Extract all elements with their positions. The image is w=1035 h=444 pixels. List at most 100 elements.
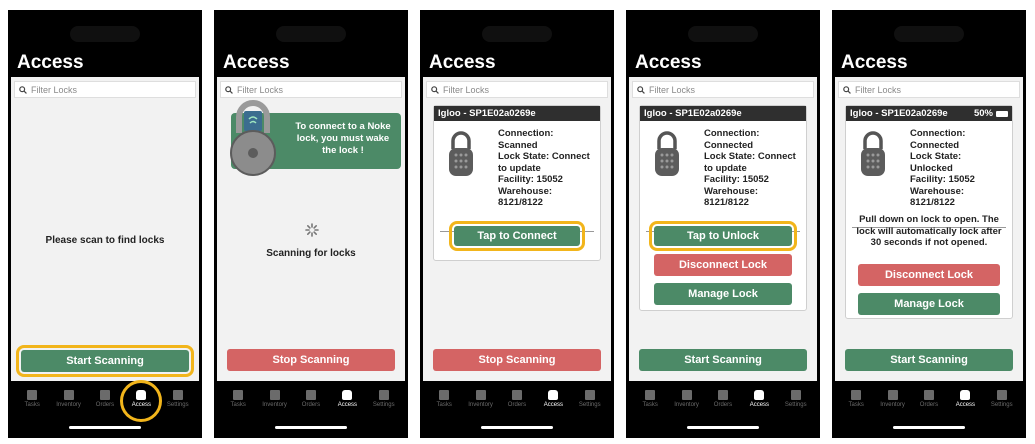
tab-settings[interactable]: Settings (162, 390, 194, 408)
gear-icon (584, 390, 595, 400)
lock-icon (960, 390, 971, 400)
lock-icon (548, 390, 559, 400)
start-scanning-button[interactable]: Start Scanning (845, 349, 1013, 371)
lock-name: Igloo - SP1E02a0269e (644, 108, 742, 119)
page-title: Access (429, 52, 496, 73)
start-scanning-button[interactable]: Start Scanning (16, 345, 194, 377)
lock-card-body: Connection: Connected Lock State: Unlock… (846, 121, 1012, 228)
tab-highlight-ring (120, 380, 163, 422)
tab-tasks[interactable]: Tasks (428, 390, 460, 408)
lock-details: Connection: Scanned Lock State: Connect … (498, 128, 590, 208)
manage-lock-button[interactable]: Manage Lock (858, 293, 1000, 315)
orders-icon (923, 390, 934, 400)
home-indicator (893, 426, 965, 429)
tab-access[interactable]: Access (949, 390, 981, 408)
tasks-icon (645, 390, 656, 400)
tab-orders[interactable]: Orders (707, 390, 739, 408)
tab-tasks[interactable]: Tasks (16, 390, 48, 408)
phone-screen-3: Access Filter Locks Igloo - SP1E02a0269e… (420, 10, 614, 438)
search-placeholder: Filter Locks (855, 84, 902, 95)
search-placeholder: Filter Locks (443, 84, 490, 95)
tab-bar: Tasks Inventory Orders Access Settings (214, 381, 408, 408)
phone-screen-5: Access Filter Locks Igloo - SP1E02a0269e… (832, 10, 1026, 438)
phone-screen-1: Access Filter Locks Please scan to find … (8, 10, 202, 438)
lock-card-body: Connection: Connected Lock State: Connec… (640, 121, 806, 232)
padlock-icon (861, 131, 885, 176)
tab-inventory[interactable]: Inventory (671, 390, 703, 408)
unlock-instructions: Pull down on lock to open. The lock will… (856, 214, 1002, 248)
start-scanning-button[interactable]: Start Scanning (639, 349, 807, 371)
inventory-icon (63, 390, 74, 400)
home-indicator (69, 426, 141, 429)
tab-access[interactable]: Access (331, 390, 363, 408)
gear-icon (790, 390, 801, 400)
tab-orders[interactable]: Orders (89, 390, 121, 408)
tab-inventory[interactable]: Inventory (877, 390, 909, 408)
tab-orders[interactable]: Orders (501, 390, 533, 408)
lock-card: Igloo - SP1E02a0269e 50% Connection: Con… (845, 105, 1013, 319)
tab-settings[interactable]: Settings (368, 390, 400, 408)
status-bar (276, 26, 346, 42)
page-title: Access (17, 52, 84, 73)
tab-tasks[interactable]: Tasks (222, 390, 254, 408)
search-icon (637, 85, 645, 94)
search-input[interactable]: Filter Locks (14, 81, 196, 98)
tab-tasks[interactable]: Tasks (840, 390, 872, 408)
search-input[interactable]: Filter Locks (632, 81, 814, 98)
noke-padlock-icon (230, 100, 276, 176)
tab-settings[interactable]: Settings (986, 390, 1018, 408)
lock-card-header: Igloo - SP1E02a0269e (434, 106, 600, 121)
tasks-icon (439, 390, 450, 400)
manage-lock-button[interactable]: Manage Lock (654, 283, 792, 305)
phone-screen-4: Access Filter Locks Igloo - SP1E02a0269e… (626, 10, 820, 438)
tab-inventory[interactable]: Inventory (465, 390, 497, 408)
disconnect-lock-button[interactable]: Disconnect Lock (654, 254, 792, 276)
tab-orders[interactable]: Orders (295, 390, 327, 408)
lock-icon (754, 390, 765, 400)
tab-settings[interactable]: Settings (780, 390, 812, 408)
tab-inventory[interactable]: Inventory (259, 390, 291, 408)
search-placeholder: Filter Locks (649, 84, 696, 95)
search-input[interactable]: Filter Locks (220, 81, 402, 98)
lock-icon (342, 390, 353, 400)
tab-access[interactable]: Access (743, 390, 775, 408)
lock-card: Igloo - SP1E02a0269e Connection: Connect… (639, 105, 807, 311)
padlock-icon (655, 131, 679, 176)
tab-inventory[interactable]: Inventory (53, 390, 85, 408)
home-indicator (687, 426, 759, 429)
tab-bar: Tasks Inventory Orders Access Settings (8, 380, 202, 422)
search-placeholder: Filter Locks (237, 84, 284, 95)
search-input[interactable]: Filter Locks (838, 81, 1020, 98)
page-title: Access (841, 52, 908, 73)
lock-card: Igloo - SP1E02a0269e Connection: Scanned… (433, 105, 601, 261)
search-input[interactable]: Filter Locks (426, 81, 608, 98)
orders-icon (511, 390, 522, 400)
tab-bar: Tasks Inventory Orders Access Settings (626, 381, 820, 408)
page-title: Access (223, 52, 290, 73)
status-bar (482, 26, 552, 42)
loading-spinner-icon (305, 223, 319, 237)
search-icon (19, 85, 27, 94)
tab-access[interactable]: Access (120, 380, 163, 422)
status-bar (70, 26, 140, 42)
inventory-icon (681, 390, 692, 400)
disconnect-lock-button[interactable]: Disconnect Lock (858, 264, 1000, 286)
orders-icon (305, 390, 316, 400)
status-bar (688, 26, 758, 42)
tab-orders[interactable]: Orders (913, 390, 945, 408)
stop-scanning-button[interactable]: Stop Scanning (433, 349, 601, 371)
tab-access[interactable]: Access (537, 390, 569, 408)
lock-details: Connection: Connected Lock State: Connec… (704, 128, 796, 208)
phone-screen-2: Access Filter Locks To connect to a Noke… (214, 10, 408, 438)
tap-to-connect-button[interactable]: Tap to Connect (449, 221, 585, 251)
banner-text: To connect to a Noke lock, you must wake… (295, 121, 391, 156)
scanning-status: Scanning for locks (266, 248, 356, 259)
tab-tasks[interactable]: Tasks (634, 390, 666, 408)
tap-to-unlock-button[interactable]: Tap to Unlock (649, 221, 797, 251)
tab-settings[interactable]: Settings (574, 390, 606, 408)
stop-scanning-button[interactable]: Stop Scanning (227, 349, 395, 371)
screen-content: Filter Locks Igloo - SP1E02a0269e 50% Co… (835, 77, 1023, 381)
gear-icon (378, 390, 389, 400)
page-title: Access (635, 52, 702, 73)
tasks-icon (233, 390, 244, 400)
